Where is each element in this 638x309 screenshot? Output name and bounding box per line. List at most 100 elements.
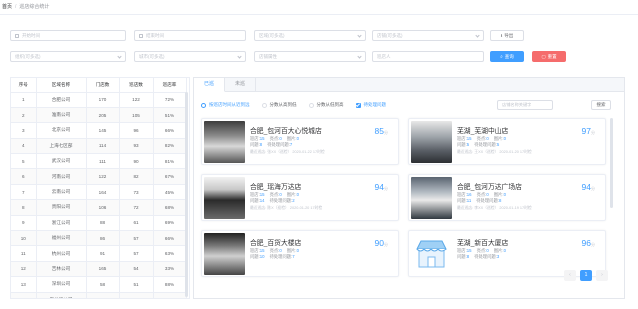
table-row[interactable]: 10 福州公司 86 57 66% [11,230,187,247]
table-scrollbar[interactable] [185,92,188,297]
radio-circle-icon [201,102,206,108]
sort-by-time-radio[interactable]: 按巡店时间从近到远 [201,102,250,108]
breadcrumb-home[interactable]: 首页 [2,4,12,10]
store-card[interactable]: 合肥_百货大楼店 90分 巡店:15 亮点:0 图片:0 问题:10 待处理问题:7 [201,230,399,277]
store-score: 96分 [581,238,595,248]
tab-inspected[interactable]: 已巡 [194,78,226,92]
table-row[interactable]: 6 河南公司 122 82 67% [11,168,187,185]
table-row[interactable]: 12 吉林公司 165 54 33% [11,261,187,278]
cell-region: 合肥公司 [36,92,87,108]
store-card[interactable]: 合肥_瑶海万达店 94分 巡店:15 亮点:0 图片:0 问题:14 待处理问题:2 最近巡店… [201,174,399,221]
col-header-region[interactable]: 区域名称 [36,78,87,93]
store-name[interactable]: 芜湖_芜湖中山店 [457,125,508,135]
cell-region: 云南公司 [36,184,87,201]
cell-inspections: 73 [119,184,154,201]
cell-index: 12 [11,261,37,278]
col-header-rate[interactable]: 巡店率 [153,78,187,93]
start-date-field[interactable]: 开始时间 [10,30,126,41]
highlight-count: 0 [486,248,489,253]
table-row[interactable]: 4 上海七区部 114 93 82% [11,138,187,155]
next-page-button[interactable]: › [596,270,608,281]
pending-count: 2 [292,198,295,203]
store-score: 97分 [581,126,595,136]
query-button[interactable]: ⌕ 查询 [490,51,524,62]
inspect-count: 15 [259,192,265,197]
issue-count: 10 [259,254,265,259]
inspector-input[interactable]: 巡店人 [372,51,484,62]
store-inspection-panel: 已巡 未巡 按巡店时间从近到远 分数从高到低 分数从低到高 待处理问题 店铺名称… [193,77,625,299]
store-card[interactable]: 合肥_包河百大心悦城店 85分 巡店:15 亮点:0 图片:0 问题:8 待处理问题:7 最近… [201,118,399,165]
reset-button[interactable]: ▢ 重置 [532,51,566,62]
table-row[interactable]: 2 淮南公司 205 105 51% [11,107,187,124]
cell-index: 7 [11,184,37,201]
table-row[interactable]: 1 合肥公司 170 122 72% [11,92,187,108]
sort-score-asc-radio[interactable]: 分数从低到高 [308,102,344,108]
table-row[interactable]: 13 深圳公司 58 51 88% [11,276,187,293]
table-header-row: 序号 区域名称 门店数 巡店数 巡店率 [11,78,187,93]
last-inspection-info: 最近巡店: 张XX（巡检） 2020-01-22 17时检 [250,150,325,154]
cell-index: 4 [11,138,37,155]
cell-rate: 33% [153,261,187,278]
last-inspection-info: 最近巡店: 陈X（巡检） 2020-01-20 17时检 [250,206,323,210]
shop-attr-select[interactable]: 店铺属性 [254,51,366,62]
table-row[interactable]: 14黑龙江公司534177% [11,292,187,298]
store-photo[interactable] [204,177,245,219]
cards-scrollbar[interactable] [610,118,613,208]
store-photo[interactable] [204,233,245,275]
search-button[interactable]: 搜索 [591,100,611,110]
table-row[interactable]: 5 武汉公司 111 90 81% [11,153,187,170]
store-search-input[interactable]: 店铺名称关键字 [497,100,553,110]
table-row[interactable]: 8 贵阳公司 106 72 68% [11,199,187,216]
store-select[interactable]: 店铺(可多选) [372,30,484,41]
page-1-button[interactable]: 1 [580,270,592,281]
col-header-index[interactable]: 序号 [11,78,37,93]
store-photo[interactable] [204,121,245,163]
cell-stores: 111 [86,153,120,170]
prev-page-button[interactable]: ‹ [564,270,576,281]
cell-rate: 72% [153,92,187,108]
end-date-field[interactable]: 结束时间 [134,30,246,41]
table-row[interactable]: 9 浙江公司 88 61 69% [11,215,187,232]
store-name[interactable]: 合肥_包河万达广场店 [457,181,522,191]
cell-rate: 66% [153,122,187,139]
sort-score-desc-radio[interactable]: 分数从高到低 [261,102,297,108]
store-name[interactable]: 芜湖_新百大厦店 [457,237,508,247]
pending-issues-checkbox[interactable]: 待处理问题 [355,102,386,108]
calendar-icon [15,33,19,38]
store-name[interactable]: 合肥_百货大楼店 [250,237,301,247]
cell-stores: 164 [86,184,120,201]
export-button[interactable]: ⭳ 导出 [490,30,524,41]
store-card[interactable]: 合肥_包河万达广场店 94分 巡店:16 亮点:0 图片:0 问题:11 待处理问题:8 最近… [408,174,606,221]
store-score: 94分 [581,182,595,192]
cell-stores: 165 [86,261,120,278]
cell-rate: 45% [153,184,187,201]
table-row[interactable]: 7 云南公司 164 73 45% [11,184,187,201]
highlight-count: 0 [486,192,489,197]
group-select[interactable]: 组织(可多选) [10,51,126,62]
store-name[interactable]: 合肥_瑶海万达店 [250,181,301,191]
store-photo[interactable] [411,121,452,163]
table-row[interactable]: 3 北京公司 145 96 66% [11,122,187,139]
cell-index: 3 [11,122,37,139]
cell-inspections: 54 [119,261,154,278]
region-select[interactable]: 区域(可多选) [254,30,366,41]
store-photo[interactable] [411,177,452,219]
inspect-count: 15 [466,136,472,141]
store-card[interactable]: 芜湖_芜湖中山店 97分 巡店:15 亮点:0 图片:0 问题:5 待处理问题:5 最近巡店:… [408,118,606,165]
issue-count: 8 [259,142,263,147]
card-stats-line-2: 问题:14 待处理问题:2 [250,198,295,203]
table-row[interactable]: 11 杭州公司 91 57 63% [11,245,187,262]
store-name[interactable]: 合肥_包河百大心悦城店 [250,125,322,135]
cell-rate: 66% [153,230,187,247]
highlight-count: 0 [486,136,489,141]
cell-rate: 63% [153,245,187,262]
city-select[interactable]: 城市(可多选) [134,51,246,62]
breadcrumb: 首页 / 巡店综合统计 [2,3,49,10]
photo-count: 0 [503,192,506,197]
card-stats-line-2: 问题:11 待处理问题:8 [457,198,502,203]
header-divider [0,14,638,15]
col-header-inspections[interactable]: 巡店数 [119,78,154,93]
tab-not-inspected[interactable]: 未巡 [225,78,257,91]
card-stats-line-2: 问题:10 待处理问题:7 [250,254,295,259]
col-header-stores[interactable]: 门店数 [86,78,120,93]
